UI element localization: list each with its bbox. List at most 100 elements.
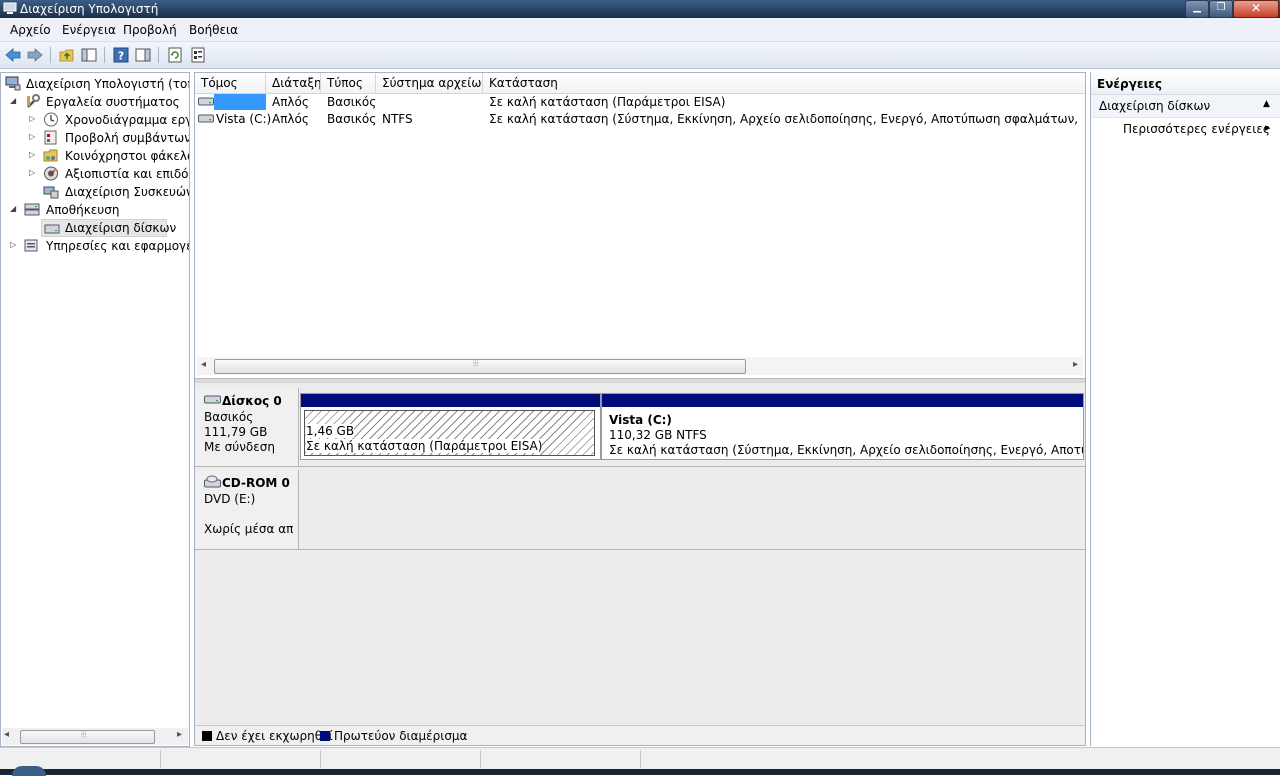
svg-text:?: ? [118, 50, 124, 63]
folder-up-icon[interactable] [58, 46, 76, 64]
status-divider [480, 750, 481, 768]
cdrom-0-row: CD-ROM 0 DVD (E:) Χωρίς μέσα αποθήκευσης [195, 470, 1085, 550]
volume-status: Σε καλή κατάσταση (Παράμετροι EISA) [489, 95, 726, 109]
column-header-type[interactable]: Τύπος [321, 73, 376, 93]
status-divider [320, 750, 321, 768]
collapse-section-icon[interactable]: ▲ [1263, 99, 1270, 109]
collapse-arrow-icon[interactable]: ◢ [10, 204, 20, 213]
tree-item-label: Κοινόχρηστοι φάκελοι [65, 149, 190, 163]
menu-action[interactable]: Ενέργεια [62, 23, 116, 37]
legend-unallocated: Δεν έχει εκχωρηθεί [216, 729, 333, 743]
disk-type: Βασικός [204, 410, 254, 424]
scroll-grip-icon: ⦙⦙⦙ [81, 730, 87, 739]
partition-status: Σε καλή κατάσταση (Σύστημα, Εκκίνηση, Αρ… [609, 443, 1083, 457]
selected-volume-highlight[interactable] [214, 94, 266, 110]
tree-horizontal-scrollbar[interactable]: ◂ ⦙⦙⦙ ▸ [2, 728, 188, 745]
disk-management-icon [44, 224, 60, 234]
volume-list-horizontal-scrollbar[interactable]: ◂ ⦙⦙⦙ ▸ [197, 357, 1083, 375]
menu-file[interactable]: Αρχείο [10, 23, 51, 37]
tree-item-label: Υπηρεσίες και εφαρμογές [46, 239, 190, 253]
volume-row[interactable]: Απλός Βασικός Σε καλή κατάσταση (Παράμετ… [195, 94, 1085, 111]
back-arrow-icon[interactable] [4, 46, 22, 64]
maximize-button[interactable]: ❐ [1209, 0, 1233, 18]
title-bar: Διαχείριση Υπολογιστή ▁ ❐ ✕ [0, 0, 1280, 18]
tree-item-disk-management[interactable]: Διαχείριση δίσκων [41, 219, 176, 237]
menu-help[interactable]: Βοήθεια [189, 23, 238, 37]
column-header-status[interactable]: Κατάσταση [483, 73, 1085, 93]
partition-vista-c[interactable]: Vista (C:) 110,32 GB NTFS Σε καλή κατάστ… [601, 393, 1084, 460]
volume-type: Βασικός [327, 112, 377, 126]
graphical-disk-view: Δίσκος 0 Βασικός 111,79 GB Με σύνδεση 1,… [195, 383, 1085, 745]
services-icon [24, 239, 38, 252]
performance-icon [44, 166, 58, 181]
actions-pane: Ενέργειες Διαχείριση δίσκων ▲ Περισσότερ… [1090, 72, 1280, 746]
storage-icon [24, 203, 40, 216]
disk-management-pane: Τόμος Διάταξη Τύπος Σύστημα αρχείων Κατά… [194, 72, 1086, 746]
help-icon[interactable]: ? [112, 46, 130, 64]
close-button[interactable]: ✕ [1233, 0, 1279, 18]
expand-arrow-icon[interactable]: ▷ [29, 168, 39, 177]
computer-management-app-icon [3, 2, 17, 14]
partition-status: Σε καλή κατάσταση (Παράμετροι EISA) [306, 439, 543, 453]
tree-item-label: Εργαλεία συστήματος [46, 95, 180, 109]
actions-section-disk-management[interactable]: Διαχείριση δίσκων ▲ [1091, 95, 1280, 118]
legend-swatch-primary [320, 731, 330, 741]
tree-scroll-thumb[interactable]: ⦙⦙⦙ [20, 730, 155, 744]
more-actions-item[interactable]: Περισσότερες ενέργειες ▸ [1091, 119, 1280, 139]
scroll-left-arrow-icon[interactable]: ◂ [201, 359, 206, 370]
forward-arrow-icon[interactable] [26, 46, 44, 64]
hard-disk-icon [204, 395, 221, 404]
clock-icon [44, 112, 58, 127]
toolbar: ? [0, 42, 1280, 69]
event-viewer-icon [44, 130, 57, 145]
partition-size: 110,32 GB NTFS [609, 428, 707, 442]
expand-arrow-icon[interactable]: ▷ [29, 150, 39, 159]
column-header-file-system[interactable]: Σύστημα αρχείων [376, 73, 483, 93]
tree-item-label: Διαχείριση Υπολογιστή (τοπικός) [26, 77, 189, 91]
primary-partition-bar [301, 394, 600, 407]
device-manager-icon [43, 186, 59, 199]
refresh-icon[interactable] [166, 46, 184, 64]
show-hide-action-pane-icon[interactable] [134, 46, 152, 64]
actions-header: Ενέργειες [1091, 72, 1280, 95]
cdrom-icon [204, 475, 221, 488]
minimize-button[interactable]: ▁ [1185, 0, 1209, 18]
expand-arrow-icon[interactable]: ▷ [29, 114, 39, 123]
volume-drive-icon [198, 97, 214, 106]
volume-type: Βασικός [327, 95, 377, 109]
scroll-right-arrow-icon[interactable]: ▸ [177, 729, 182, 740]
taskbar-strip [0, 766, 1280, 776]
volume-row[interactable]: Vista (C:) Απλός Βασικός NTFS Σε καλή κα… [195, 111, 1085, 128]
tree-item-label: Αποθήκευση [46, 203, 120, 217]
disk-size: 111,79 GB [204, 425, 268, 439]
volume-list-scroll-thumb[interactable]: ⦙⦙⦙ [214, 359, 746, 374]
shared-folder-icon [43, 149, 58, 162]
column-header-layout[interactable]: Διάταξη [266, 73, 321, 93]
tree-item-label: Χρονοδιάγραμμα εργασιών [65, 113, 189, 127]
toolbar-separator [104, 47, 105, 63]
submenu-arrow-icon: ▸ [1265, 121, 1271, 134]
disk-0-info[interactable]: Δίσκος 0 Βασικός 111,79 GB Με σύνδεση [195, 388, 299, 466]
cdrom-drive: DVD (E:) [204, 492, 256, 506]
partition-label: Vista (C:) [609, 413, 672, 427]
scroll-left-arrow-icon[interactable]: ◂ [4, 729, 9, 740]
status-divider [640, 750, 641, 768]
scroll-right-arrow-icon[interactable]: ▸ [1073, 359, 1078, 370]
computer-management-icon [5, 76, 21, 91]
expand-arrow-icon[interactable]: ▷ [29, 132, 39, 141]
partition-eisa[interactable]: 1,46 GB Σε καλή κατάσταση (Παράμετροι EI… [300, 393, 601, 460]
legend-primary: Πρωτεύον διαμέρισμα [334, 729, 468, 743]
properties-icon[interactable] [189, 46, 207, 64]
column-header-volume[interactable]: Τόμος [195, 73, 266, 93]
expand-arrow-icon[interactable]: ▷ [10, 240, 20, 249]
selected-partition-hatch: 1,46 GB Σε καλή κατάσταση (Παράμετροι EI… [304, 410, 595, 456]
menu-view[interactable]: Προβολή [123, 23, 177, 37]
tree-item-label: Προβολή συμβάντων [65, 131, 190, 145]
console-tree: Διαχείριση Υπολογιστή (τοπικός) ◢ Εργαλε… [0, 72, 190, 747]
volume-list-header: Τόμος Διάταξη Τύπος Σύστημα αρχείων Κατά… [195, 73, 1085, 94]
volume-layout: Απλός [272, 95, 309, 109]
collapse-arrow-icon[interactable]: ◢ [10, 96, 20, 105]
show-hide-tree-icon[interactable] [80, 46, 98, 64]
cdrom-state: Χωρίς μέσα αποθήκευσης [204, 522, 294, 536]
cdrom-0-info[interactable]: CD-ROM 0 DVD (E:) Χωρίς μέσα αποθήκευσης [195, 470, 299, 549]
